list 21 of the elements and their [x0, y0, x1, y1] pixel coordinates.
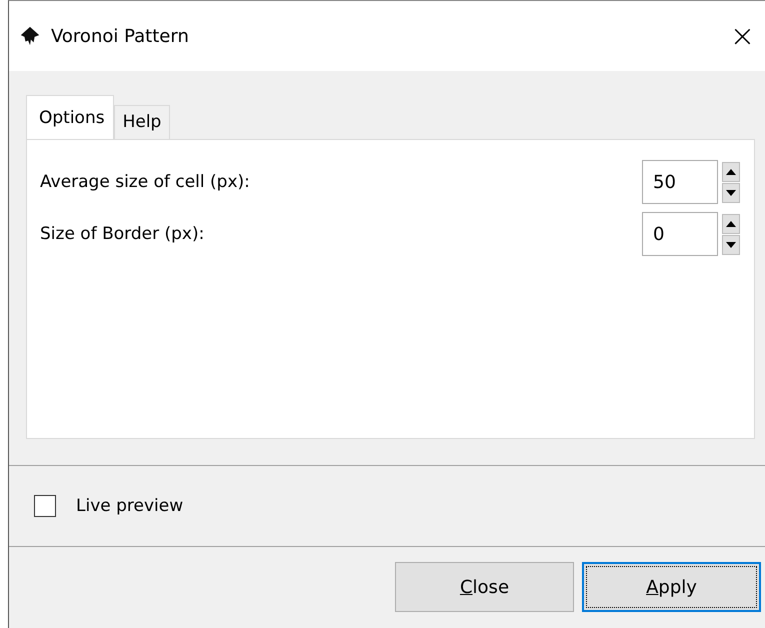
increment-button[interactable] — [722, 162, 740, 182]
number-field[interactable]: 50 — [642, 160, 718, 204]
decrement-button[interactable] — [722, 234, 740, 254]
checkbox[interactable] — [34, 495, 56, 517]
checkbox-label[interactable]: Live preview — [76, 496, 184, 516]
number-field[interactable]: 0 — [642, 212, 718, 256]
up-arrow-icon — [726, 220, 736, 226]
down-arrow-icon — [726, 190, 736, 196]
field-label: Average size of cell (px): — [40, 172, 251, 192]
field-label: Size of Border (px): — [40, 224, 206, 244]
window-title: Voronoi Pattern — [51, 26, 189, 46]
dialog-button[interactable]: Apply — [582, 562, 761, 612]
tab[interactable]: Options — [26, 95, 114, 139]
close-icon[interactable]: × — [730, 18, 755, 54]
dialog-button[interactable]: Close — [395, 562, 574, 612]
tab[interactable]: Help — [114, 105, 170, 139]
decrement-button[interactable] — [722, 182, 740, 202]
up-arrow-icon — [726, 168, 736, 174]
increment-button[interactable] — [722, 214, 740, 234]
down-arrow-icon — [726, 242, 736, 248]
ink-drop-icon — [19, 25, 41, 47]
